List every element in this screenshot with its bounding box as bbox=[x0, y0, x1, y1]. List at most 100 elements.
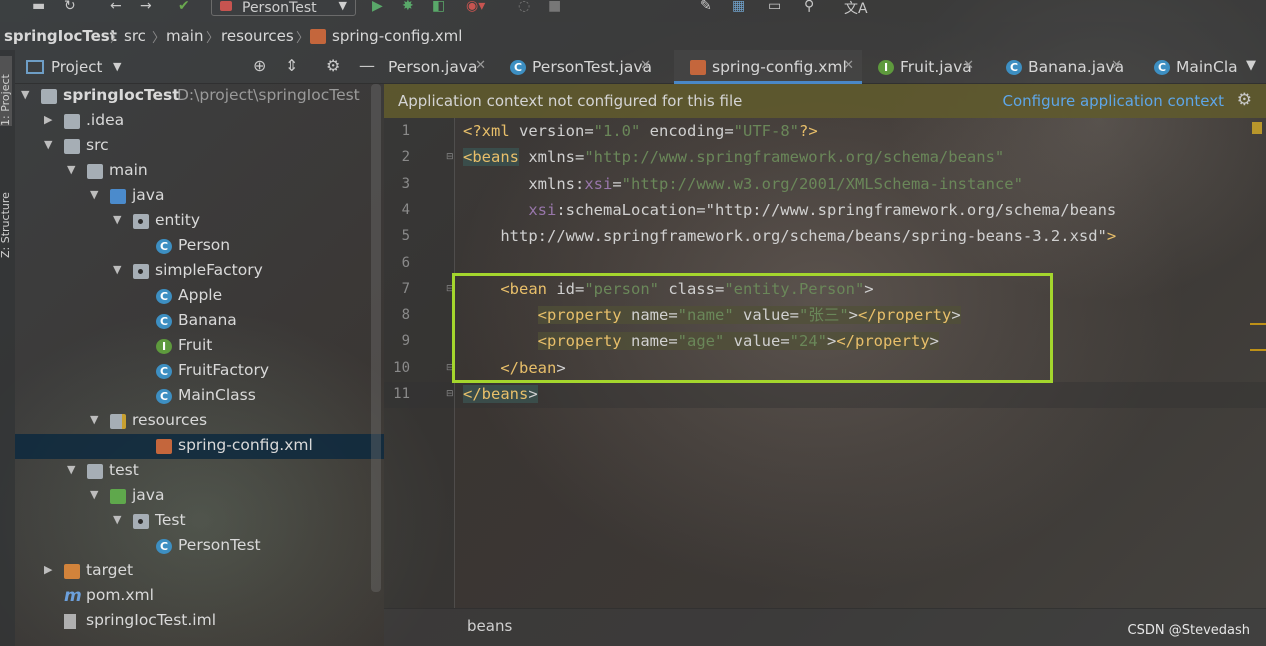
project-tool-tab[interactable]: 1: Project bbox=[0, 56, 12, 126]
tree-item[interactable]: C FruitFactory bbox=[15, 359, 384, 384]
search-icon[interactable]: ⚲ bbox=[804, 0, 814, 14]
close-icon[interactable]: ✕ bbox=[475, 58, 486, 73]
collapse-all-icon[interactable]: ⇕ bbox=[285, 56, 298, 75]
tree-item[interactable]: ▼ springIocTest D:\project\springIocTest bbox=[15, 84, 384, 109]
tree-item-label: .idea bbox=[86, 111, 125, 129]
tree-item-label: springIocTest bbox=[63, 86, 180, 104]
gear-icon[interactable]: ⚙ bbox=[326, 56, 340, 75]
breadcrumb-resources[interactable]: resources bbox=[221, 27, 294, 45]
chevron-down-icon[interactable]: ▼ bbox=[21, 88, 29, 101]
chevron-down-icon[interactable]: ▼ bbox=[90, 413, 98, 426]
line-number: 1 bbox=[401, 123, 410, 139]
chevron-down-icon[interactable]: ▼ bbox=[90, 188, 98, 201]
breadcrumb-file[interactable]: spring-config.xml bbox=[332, 27, 462, 45]
tree-item[interactable]: ▶ target bbox=[15, 559, 384, 584]
tree-item[interactable]: ▼ test bbox=[15, 459, 384, 484]
tree-item[interactable]: C Banana bbox=[15, 309, 384, 334]
chevron-down-icon[interactable]: ▼ bbox=[113, 60, 121, 73]
line-number: 3 bbox=[401, 175, 410, 192]
forward-icon[interactable]: → bbox=[140, 0, 152, 14]
tree-item[interactable]: C Person bbox=[15, 234, 384, 259]
tree-item[interactable]: ▼ simpleFactory bbox=[15, 259, 384, 284]
package-icon bbox=[133, 214, 149, 229]
tree-item[interactable]: C MainClass bbox=[15, 384, 384, 409]
configure-context-link[interactable]: Configure application context bbox=[1002, 92, 1224, 110]
project-panel-title[interactable]: Project bbox=[51, 58, 102, 76]
breadcrumb-main[interactable]: main bbox=[166, 27, 203, 45]
tree-item[interactable]: ▼ resources bbox=[15, 409, 384, 434]
chevron-right-icon[interactable]: ▶ bbox=[44, 563, 52, 576]
tree-item[interactable]: C Apple bbox=[15, 284, 384, 309]
breadcrumb-src[interactable]: src bbox=[124, 27, 146, 45]
database-icon[interactable]: ▭ bbox=[768, 0, 781, 14]
tree-item[interactable]: ▼ java bbox=[15, 484, 384, 509]
error-stripe-mark[interactable] bbox=[1250, 349, 1266, 351]
editor-tab[interactable]: C Banana.java ✕ bbox=[990, 50, 1130, 84]
tree-item[interactable]: ▶ .idea bbox=[15, 109, 384, 134]
chevron-down-icon[interactable]: ▼ bbox=[90, 488, 98, 501]
editor-tab[interactable]: I Fruit.java ✕ bbox=[862, 50, 982, 84]
translate-icon[interactable]: 文A bbox=[844, 0, 868, 18]
error-stripe-mark[interactable] bbox=[1250, 323, 1266, 325]
folder-icon bbox=[87, 464, 103, 479]
editor-breadcrumb-beans[interactable]: beans bbox=[467, 617, 512, 635]
attach-icon[interactable]: ◌ bbox=[518, 0, 530, 14]
wrench-icon[interactable]: ✎ bbox=[700, 0, 712, 14]
close-icon[interactable]: ✕ bbox=[640, 58, 651, 73]
editor-tab-label: spring-config.xml bbox=[712, 58, 847, 76]
tree-item[interactable]: C PersonTest bbox=[15, 534, 384, 559]
tree-item[interactable]: ▼ main bbox=[15, 159, 384, 184]
tree-item[interactable]: ▼ java bbox=[15, 184, 384, 209]
hide-panel-icon[interactable]: — bbox=[359, 56, 375, 75]
editor-tab[interactable]: C MainCla bbox=[1138, 50, 1238, 84]
run-icon[interactable]: ▶ bbox=[372, 0, 383, 14]
tree-item-label: pom.xml bbox=[86, 586, 154, 604]
editor-tab[interactable]: Person.java ✕ bbox=[384, 50, 494, 84]
chevron-down-icon[interactable]: ▼ bbox=[113, 213, 121, 226]
chevron-down-icon[interactable]: ▼ bbox=[67, 163, 75, 176]
profile-icon[interactable]: ◉▾ bbox=[466, 0, 485, 14]
stop-icon[interactable]: ■ bbox=[548, 0, 561, 14]
coverage-icon[interactable]: ◧ bbox=[432, 0, 445, 14]
chevron-down-icon[interactable]: ▼ bbox=[113, 513, 121, 526]
editor-tab[interactable]: C PersonTest.java ✕ bbox=[494, 50, 659, 84]
tree-item[interactable]: m pom.xml bbox=[15, 584, 384, 609]
back-icon[interactable]: ← bbox=[110, 0, 122, 14]
code-line[interactable]: xsi:schemaLocation="http://www.springfra… bbox=[463, 197, 1116, 223]
chevron-down-icon[interactable]: ▼ bbox=[44, 138, 52, 151]
editor-tab[interactable]: spring-config.xml ✕ bbox=[674, 50, 862, 84]
locate-file-icon[interactable]: ⊕ bbox=[253, 56, 266, 75]
tree-item[interactable]: I Fruit bbox=[15, 334, 384, 359]
tree-item[interactable]: springIocTest.iml bbox=[15, 609, 384, 634]
code-line[interactable]: <?xml version="1.0" encoding="UTF-8"?> bbox=[463, 118, 818, 144]
inspection-status-icon[interactable] bbox=[1252, 122, 1262, 134]
project-tree-scrollbar[interactable] bbox=[371, 84, 381, 592]
breadcrumb-project[interactable]: springIocTest bbox=[4, 27, 117, 45]
code-line[interactable]: http://www.springframework.org/schema/be… bbox=[463, 223, 1116, 249]
close-icon[interactable]: ✕ bbox=[1111, 58, 1122, 73]
project-structure-icon[interactable]: ▦ bbox=[732, 0, 745, 14]
code-line[interactable]: xmlns:xsi="http://www.w3.org/2001/XMLSch… bbox=[463, 171, 1023, 197]
tree-item[interactable]: ▼ Test bbox=[15, 509, 384, 534]
build-icon[interactable]: ✔ bbox=[178, 0, 190, 14]
maven-icon: m bbox=[64, 586, 82, 606]
sync-icon[interactable]: ↻ bbox=[64, 0, 76, 14]
close-icon[interactable]: ✕ bbox=[963, 58, 974, 73]
gear-icon[interactable]: ⚙ bbox=[1237, 90, 1252, 110]
class-icon: C bbox=[156, 539, 172, 554]
code-line[interactable]: <beans xmlns="http://www.springframework… bbox=[463, 144, 1004, 170]
chevron-down-icon[interactable]: ▼ bbox=[67, 463, 75, 476]
tree-item[interactable]: ▼ entity bbox=[15, 209, 384, 234]
close-icon[interactable]: ✕ bbox=[843, 58, 854, 73]
save-icon[interactable]: ▬ bbox=[32, 0, 45, 14]
structure-tool-tab[interactable]: Z: Structure bbox=[0, 166, 12, 258]
run-configuration-select[interactable]: PersonTest ▼ bbox=[211, 0, 356, 16]
tree-item[interactable]: spring-config.xml bbox=[15, 434, 384, 459]
chevron-down-icon[interactable]: ▼ bbox=[1246, 58, 1256, 73]
interface-icon: I bbox=[156, 339, 172, 354]
chevron-right-icon[interactable]: ▶ bbox=[44, 113, 52, 126]
chevron-down-icon[interactable]: ▼ bbox=[113, 263, 121, 276]
code-line[interactable]: </beans> bbox=[463, 381, 538, 407]
tree-item[interactable]: ▼ src bbox=[15, 134, 384, 159]
debug-icon[interactable]: ✸ bbox=[402, 0, 414, 14]
